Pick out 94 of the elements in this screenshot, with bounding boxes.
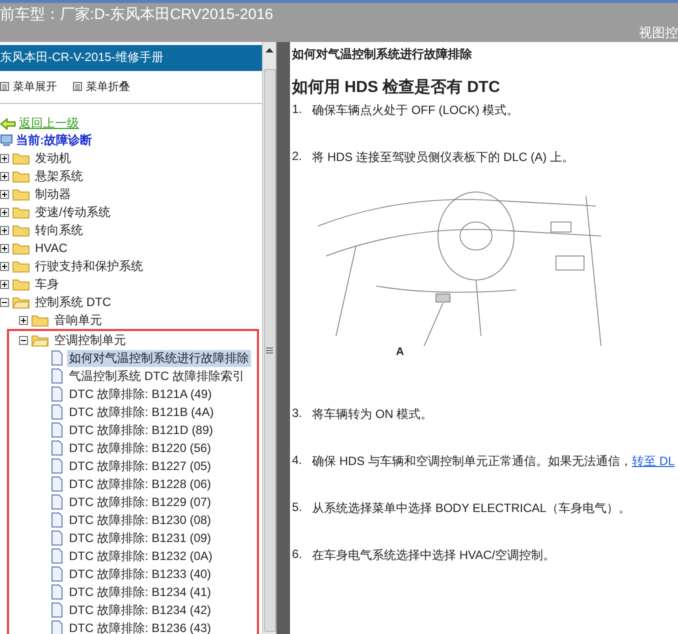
model-title: 前车型：厂家:D-东风本田CRV2015-2016 xyxy=(0,5,274,24)
computer-icon xyxy=(0,134,13,147)
document-icon xyxy=(50,530,64,546)
tree-item[interactable]: 控制系统 DTC xyxy=(33,294,113,310)
list-icon xyxy=(73,82,82,91)
document-icon xyxy=(50,476,64,492)
step-number: 4. xyxy=(292,453,304,469)
tree-item[interactable]: DTC 故障排除: B1231 (09) xyxy=(67,530,214,546)
tree-item[interactable]: DTC 故障排除: B1236 (43) xyxy=(67,620,214,634)
document-icon xyxy=(50,620,64,634)
tree-item[interactable]: DTC 故障排除: B1227 (05) xyxy=(67,458,214,474)
step-number: 5. xyxy=(292,500,304,516)
menu-action[interactable]: 菜单折叠 xyxy=(73,79,130,94)
scroll-thumb[interactable] xyxy=(264,69,276,632)
folder-icon xyxy=(12,295,30,309)
folder-icon xyxy=(12,259,30,273)
step-number: 2. xyxy=(292,149,304,165)
document-icon xyxy=(50,494,64,510)
tree-item[interactable]: DTC 故障排除: B121D (89) xyxy=(67,422,216,438)
scroll-up-icon[interactable] xyxy=(265,47,274,53)
step-text: 确保车辆点火处于 OFF (LOCK) 模式。 xyxy=(312,102,519,119)
back-link[interactable]: 返回上一级 xyxy=(19,115,79,132)
tree-item[interactable]: 行驶支持和保护系统 xyxy=(33,258,145,274)
tree-item[interactable]: DTC 故障排除: B121B (4A) xyxy=(67,404,216,420)
manual-title: 东风本田-CR-V-2015-维修手册 xyxy=(0,45,262,71)
tree-item[interactable]: 空调控制单元 xyxy=(52,332,128,348)
tree-item[interactable]: 音响单元 xyxy=(52,312,104,328)
document-icon xyxy=(50,440,64,456)
folder-icon xyxy=(12,151,30,165)
document-icon xyxy=(50,386,64,402)
document-icon xyxy=(50,350,64,366)
folder-icon xyxy=(31,333,49,347)
expand-icon[interactable] xyxy=(0,190,9,198)
menu-action[interactable]: 菜单展开 xyxy=(0,79,57,94)
tree-item[interactable]: 发动机 xyxy=(33,150,73,166)
tree-item[interactable]: 气温控制系统 DTC 故障排除索引 xyxy=(67,368,246,384)
tree-item[interactable]: DTC 故障排除: B121A (49) xyxy=(67,386,214,402)
document-icon xyxy=(50,458,64,474)
tree-item[interactable]: 转向系统 xyxy=(33,222,85,238)
link[interactable]: 转至 DL xyxy=(632,454,675,468)
step-text: 从系统选择菜单中选择 BODY ELECTRICAL（车身电气）。 xyxy=(312,500,630,517)
step-number: 3. xyxy=(292,406,304,422)
tree-item[interactable]: 制动器 xyxy=(33,186,73,202)
folder-icon xyxy=(12,169,30,183)
folder-icon xyxy=(12,277,30,291)
expand-icon[interactable] xyxy=(0,154,9,162)
folder-icon xyxy=(12,205,30,219)
expand-icon[interactable] xyxy=(0,226,9,234)
document-icon xyxy=(50,584,64,600)
step-text: 将 HDS 连接至驾驶员侧仪表板下的 DLC (A) 上。 xyxy=(312,149,574,166)
collapse-icon[interactable] xyxy=(0,298,9,306)
tree-item[interactable]: HVAC xyxy=(33,241,70,255)
document-icon xyxy=(50,566,64,582)
folder-icon xyxy=(12,187,30,201)
folder-icon xyxy=(31,313,49,327)
folder-icon xyxy=(12,223,30,237)
tree-item[interactable]: 如何对气温控制系统进行故障排除 xyxy=(67,350,251,366)
section-heading: 如何用 HDS 检查是否有 DTC xyxy=(292,78,501,98)
left-arrow-icon xyxy=(0,118,16,130)
step-number: 6. xyxy=(292,547,304,563)
tree-item[interactable]: DTC 故障排除: B1228 (06) xyxy=(67,476,214,492)
tree-item[interactable]: 悬架系统 xyxy=(33,168,85,184)
document-icon xyxy=(50,368,64,384)
expand-icon[interactable] xyxy=(0,244,9,252)
tree-item[interactable]: DTC 故障排除: B1229 (07) xyxy=(67,494,214,510)
tree-item[interactable]: DTC 故障排除: B1230 (08) xyxy=(67,512,214,528)
tree-item[interactable]: DTC 故障排除: B1232 (0A) xyxy=(67,548,214,564)
document-icon xyxy=(50,602,64,618)
expand-icon[interactable] xyxy=(19,316,28,324)
tree-item[interactable]: 变速/传动系统 xyxy=(33,204,112,220)
tree-item[interactable]: 车身 xyxy=(33,276,61,292)
expand-icon[interactable] xyxy=(0,172,9,180)
tree-item[interactable]: DTC 故障排除: B1234 (41) xyxy=(67,584,214,600)
tree-item[interactable]: DTC 故障排除: B1234 (42) xyxy=(67,602,214,618)
step-text: 在车身电气系统选择中选择 HVAC/空调控制。 xyxy=(312,547,556,564)
step-text: 将车辆转为 ON 模式。 xyxy=(312,406,433,423)
document-icon xyxy=(50,422,64,438)
document-icon xyxy=(50,404,64,420)
scrollbar[interactable] xyxy=(262,42,276,634)
expand-icon[interactable] xyxy=(0,262,9,270)
grip-icon xyxy=(266,347,273,354)
tree-item[interactable]: DTC 故障排除: B1220 (56) xyxy=(67,440,214,456)
step-number: 1. xyxy=(292,102,304,118)
expand-icon[interactable] xyxy=(0,208,9,216)
step-text: 确保 HDS 与车辆和空调控制单元正常通信。如果无法通信，转至 DL xyxy=(312,453,675,470)
page-title: 如何对气温控制系统进行故障排除 xyxy=(292,46,473,63)
tree-item[interactable]: DTC 故障排除: B1233 (40) xyxy=(67,566,214,582)
callout-label: A xyxy=(396,346,404,358)
document-icon xyxy=(50,548,64,564)
current-section: 当前:故障诊断 xyxy=(16,132,92,149)
document-icon xyxy=(50,512,64,528)
folder-icon xyxy=(12,241,30,255)
collapse-icon[interactable] xyxy=(19,336,28,344)
expand-icon[interactable] xyxy=(0,280,9,288)
